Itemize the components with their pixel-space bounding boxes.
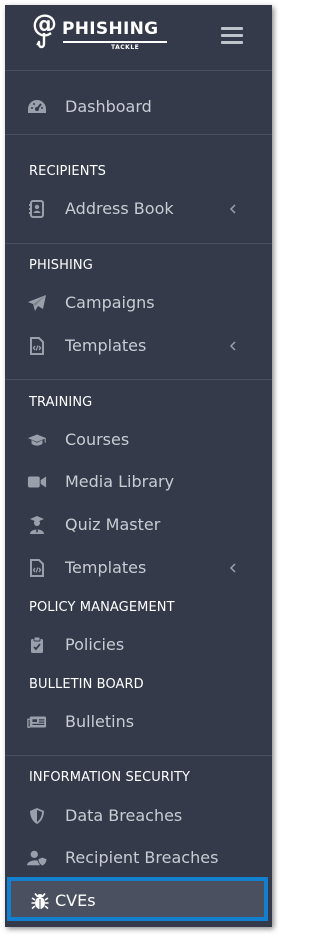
section-title-bulletin-board: BULLETIN BOARD	[29, 677, 144, 692]
divider	[5, 70, 272, 71]
section-title-information-security: INFORMATION SECURITY	[29, 770, 191, 785]
nav-item-label: Campaigns	[65, 293, 155, 312]
nav-item-label: Templates	[65, 336, 147, 355]
paper-plane-icon	[27, 294, 47, 312]
nav-item-phishing-templates[interactable]: Templates	[5, 328, 272, 364]
nav-item-label: Templates	[65, 558, 147, 577]
nav-item-label: Policies	[65, 635, 125, 654]
newspaper-icon	[27, 713, 47, 731]
divider	[5, 243, 272, 244]
divider	[5, 755, 272, 756]
section-title-recipients: RECIPIENTS	[29, 164, 106, 179]
code-file-icon	[27, 559, 47, 577]
code-file-icon	[27, 337, 47, 355]
shield-icon	[27, 807, 47, 825]
fish-hook-icon	[36, 33, 46, 49]
logo-underline	[63, 41, 167, 43]
nav-item-address-book[interactable]: Address Book	[5, 191, 272, 227]
chevron-left-icon	[229, 563, 236, 573]
nav-item-policies[interactable]: Policies	[5, 627, 272, 663]
nav-item-cves[interactable]: CVEs	[7, 877, 268, 921]
dashboard-icon	[27, 98, 47, 116]
nav-item-label: Recipient Breaches	[65, 848, 219, 867]
brand-header: @ PHISHING TACKLE	[5, 5, 272, 70]
nav-item-campaigns[interactable]: Campaigns	[5, 285, 272, 321]
address-book-icon	[27, 200, 47, 218]
nav-item-quiz-master[interactable]: Quiz Master	[5, 507, 272, 543]
hamburger-icon[interactable]	[221, 27, 243, 45]
nav-item-label: Bulletins	[65, 712, 135, 731]
section-title-policy-management: POLICY MANAGEMENT	[29, 600, 175, 615]
divider	[5, 379, 272, 380]
sidebar: @ PHISHING TACKLE Dashboard RECIPIENTS A…	[5, 5, 272, 927]
section-title-training: TRAINING	[29, 395, 93, 410]
chevron-left-icon	[229, 204, 236, 214]
nav-item-label: Media Library	[65, 472, 175, 491]
user-graduate-icon	[27, 516, 47, 534]
nav-item-label: Dashboard	[65, 97, 152, 116]
video-camera-icon	[27, 473, 47, 491]
nav-item-label: Courses	[65, 430, 130, 449]
nav-item-bulletins[interactable]: Bulletins	[5, 704, 272, 740]
nav-item-label: Data Breaches	[65, 806, 183, 825]
nav-item-label: CVEs	[55, 891, 96, 910]
nav-item-recipient-breaches[interactable]: Recipient Breaches	[5, 840, 272, 876]
bug-icon	[30, 892, 50, 910]
graduation-cap-icon	[27, 431, 47, 449]
nav-item-label: Quiz Master	[65, 515, 161, 534]
nav-item-media-library[interactable]: Media Library	[5, 464, 272, 500]
nav-item-dashboard[interactable]: Dashboard	[5, 89, 272, 125]
user-shield-icon	[27, 849, 47, 867]
nav-item-data-breaches[interactable]: Data Breaches	[5, 798, 272, 834]
clipboard-check-icon	[27, 636, 47, 654]
nav-item-training-templates[interactable]: Templates	[5, 550, 272, 586]
section-title-phishing: PHISHING	[29, 258, 93, 273]
divider	[5, 134, 272, 135]
chevron-left-icon	[229, 341, 236, 351]
nav-item-label: Address Book	[65, 199, 174, 218]
logo-wordmark: PHISHING	[62, 19, 159, 39]
logo-subtitle: TACKLE	[111, 44, 140, 51]
nav-item-courses[interactable]: Courses	[5, 422, 272, 458]
